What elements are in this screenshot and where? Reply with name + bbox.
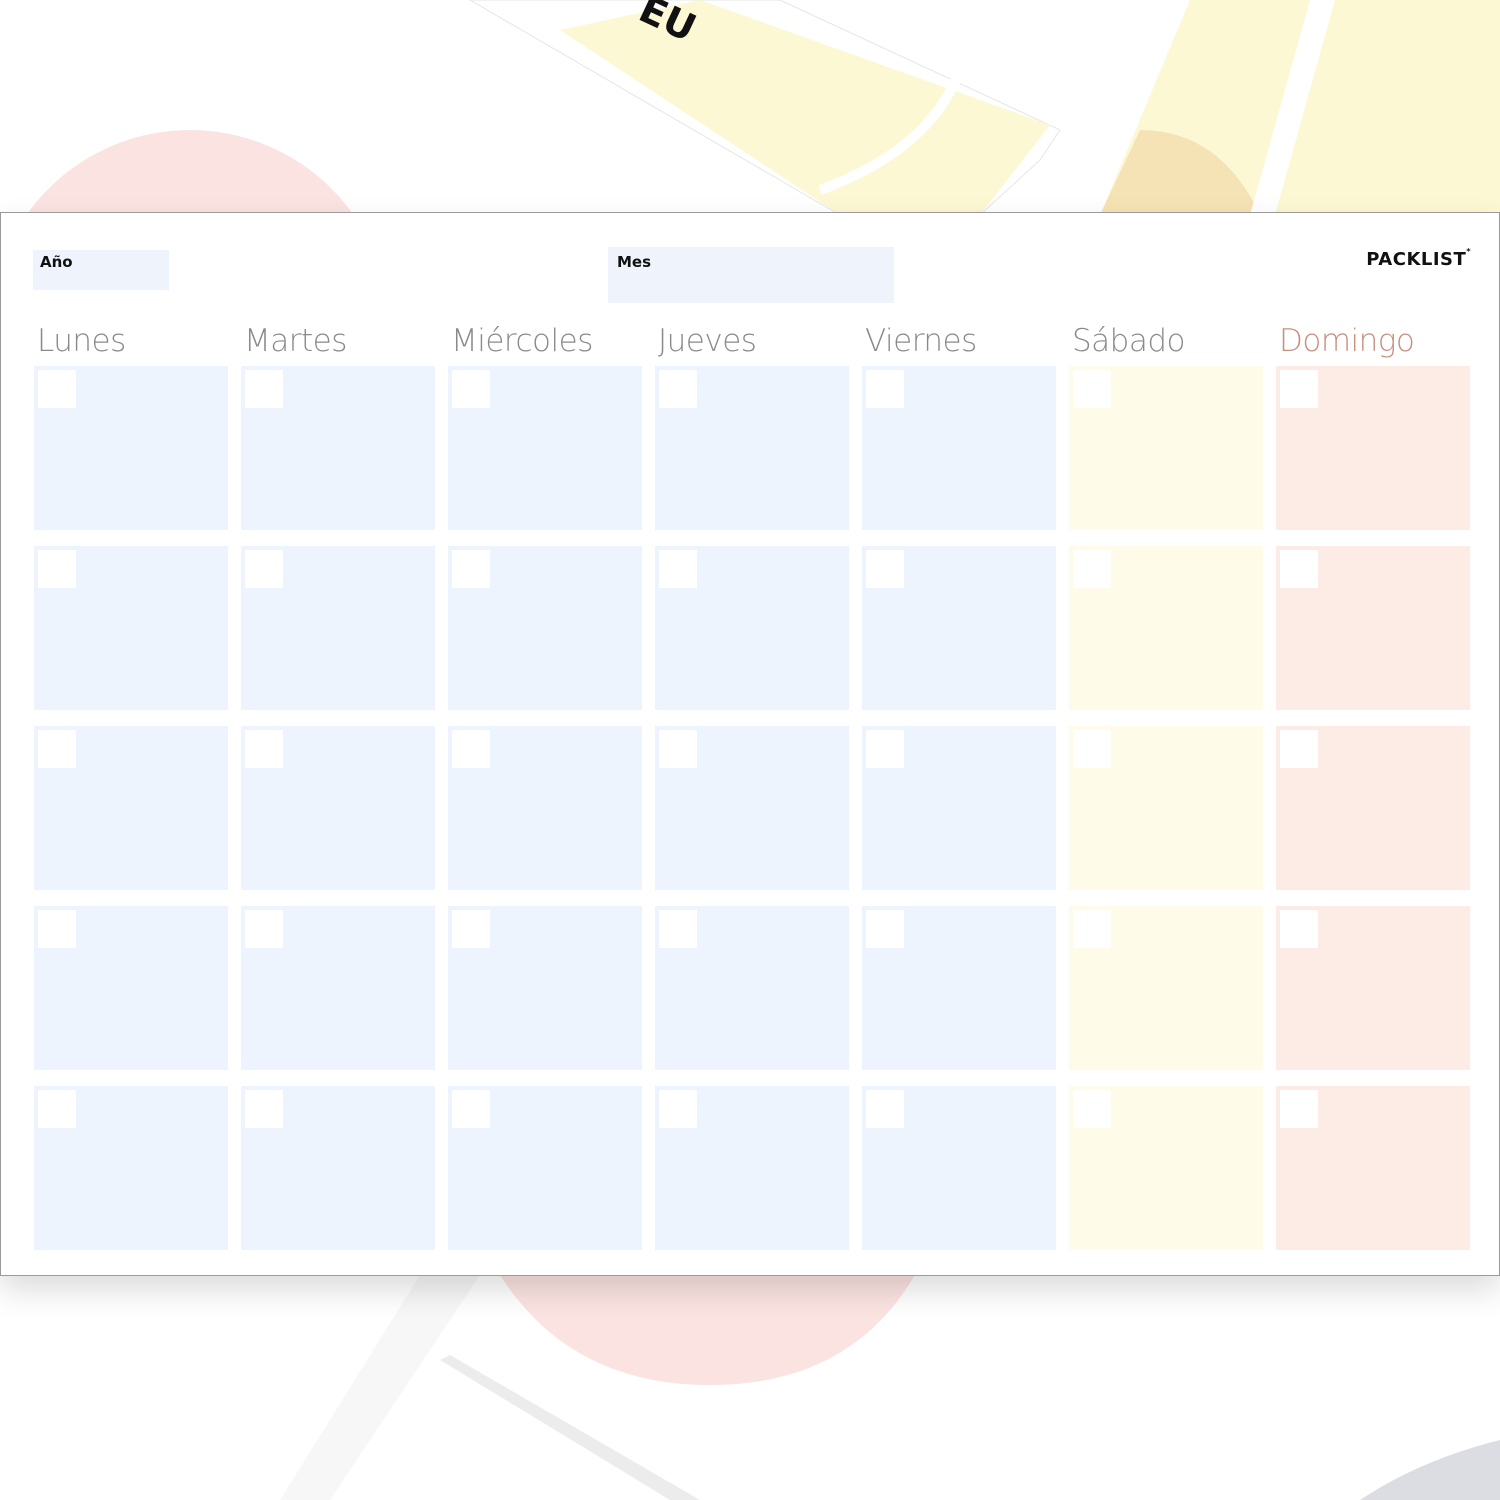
day-number-box[interactable] [866, 910, 904, 948]
day-cell[interactable] [655, 366, 849, 530]
monthly-planner-sheet: Año Mes PACKLIST* Lunes Martes Miércoles Ju… [0, 212, 1500, 1276]
day-cell[interactable] [448, 906, 642, 1070]
brand-mark: * [1466, 247, 1471, 256]
day-number-box[interactable] [245, 910, 283, 948]
day-number-box[interactable] [1280, 1090, 1318, 1128]
day-cell[interactable] [34, 1086, 228, 1250]
bottom-sheet-left [280, 1275, 480, 1500]
day-number-box[interactable] [38, 370, 76, 408]
brand-name: PACKLIST [1366, 249, 1467, 270]
day-number-box[interactable] [1280, 910, 1318, 948]
day-cell[interactable] [448, 546, 642, 710]
day-number-box[interactable] [452, 370, 490, 408]
day-number-box[interactable] [866, 550, 904, 588]
month-label: Mes [617, 253, 652, 271]
day-header-viernes: Viernes [865, 323, 977, 359]
day-cell[interactable] [1276, 546, 1470, 710]
day-cell[interactable] [34, 726, 228, 890]
day-number-box[interactable] [1073, 550, 1111, 588]
day-header-miercoles: Miércoles [451, 323, 593, 359]
day-number-box[interactable] [659, 550, 697, 588]
day-cell[interactable] [1276, 906, 1470, 1070]
pink-circle-bottom [500, 1275, 915, 1385]
day-number-box[interactable] [1280, 730, 1318, 768]
day-number-box[interactable] [866, 1090, 904, 1128]
day-header-martes: Martes [244, 323, 347, 359]
day-number-box[interactable] [866, 370, 904, 408]
day-header-jueves: Jueves [658, 323, 757, 359]
day-cell[interactable] [1069, 906, 1263, 1070]
day-number-box[interactable] [38, 910, 76, 948]
year-label: Año [40, 253, 73, 271]
day-cell[interactable] [1069, 546, 1263, 710]
day-number-box[interactable] [1073, 370, 1111, 408]
day-number-box[interactable] [38, 730, 76, 768]
day-cell[interactable] [241, 906, 435, 1070]
day-cell[interactable] [448, 366, 642, 530]
day-cell[interactable] [862, 1086, 1056, 1250]
day-number-box[interactable] [659, 370, 697, 408]
day-cell[interactable] [241, 1086, 435, 1250]
day-cell[interactable] [241, 546, 435, 710]
day-cell[interactable] [1069, 726, 1263, 890]
day-number-box[interactable] [245, 370, 283, 408]
day-number-box[interactable] [659, 730, 697, 768]
day-number-box[interactable] [1073, 730, 1111, 768]
day-cell[interactable] [1276, 726, 1470, 890]
day-cell[interactable] [1276, 366, 1470, 530]
month-field[interactable]: Mes [608, 247, 894, 303]
day-cell[interactable] [1069, 366, 1263, 530]
day-cell[interactable] [862, 726, 1056, 890]
day-cell[interactable] [34, 906, 228, 1070]
day-cell[interactable] [448, 726, 642, 890]
year-field[interactable]: Año [33, 250, 169, 290]
day-cell[interactable] [655, 1086, 849, 1250]
day-cell[interactable] [862, 546, 1056, 710]
day-cell[interactable] [655, 546, 849, 710]
day-number-box[interactable] [1280, 550, 1318, 588]
day-number-box[interactable] [1280, 370, 1318, 408]
day-number-box[interactable] [452, 550, 490, 588]
day-number-box[interactable] [245, 730, 283, 768]
day-cell[interactable] [241, 366, 435, 530]
day-number-box[interactable] [245, 550, 283, 588]
day-header-sabado: Sábado [1072, 323, 1186, 359]
day-number-box[interactable] [245, 1090, 283, 1128]
day-number-box[interactable] [866, 730, 904, 768]
day-number-box[interactable] [1073, 1090, 1111, 1128]
day-number-box[interactable] [452, 1090, 490, 1128]
day-cell[interactable] [34, 546, 228, 710]
day-cell[interactable] [655, 906, 849, 1070]
day-cell[interactable] [1276, 1086, 1470, 1250]
day-cell[interactable] [655, 726, 849, 890]
day-number-box[interactable] [659, 1090, 697, 1128]
day-cell[interactable] [1069, 1086, 1263, 1250]
day-cell[interactable] [862, 366, 1056, 530]
day-cell[interactable] [862, 906, 1056, 1070]
day-number-box[interactable] [38, 550, 76, 588]
day-cell[interactable] [34, 366, 228, 530]
day-number-box[interactable] [452, 730, 490, 768]
day-number-box[interactable] [659, 910, 697, 948]
day-number-box[interactable] [1073, 910, 1111, 948]
day-number-box[interactable] [452, 910, 490, 948]
brand-logo: PACKLIST* [1366, 247, 1471, 270]
gray-shape-bottom-right [1360, 1440, 1500, 1500]
day-header-lunes: Lunes [37, 323, 126, 359]
day-header-domingo: Domingo [1279, 323, 1415, 359]
day-cell[interactable] [448, 1086, 642, 1250]
day-number-box[interactable] [38, 1090, 76, 1128]
day-cell[interactable] [241, 726, 435, 890]
